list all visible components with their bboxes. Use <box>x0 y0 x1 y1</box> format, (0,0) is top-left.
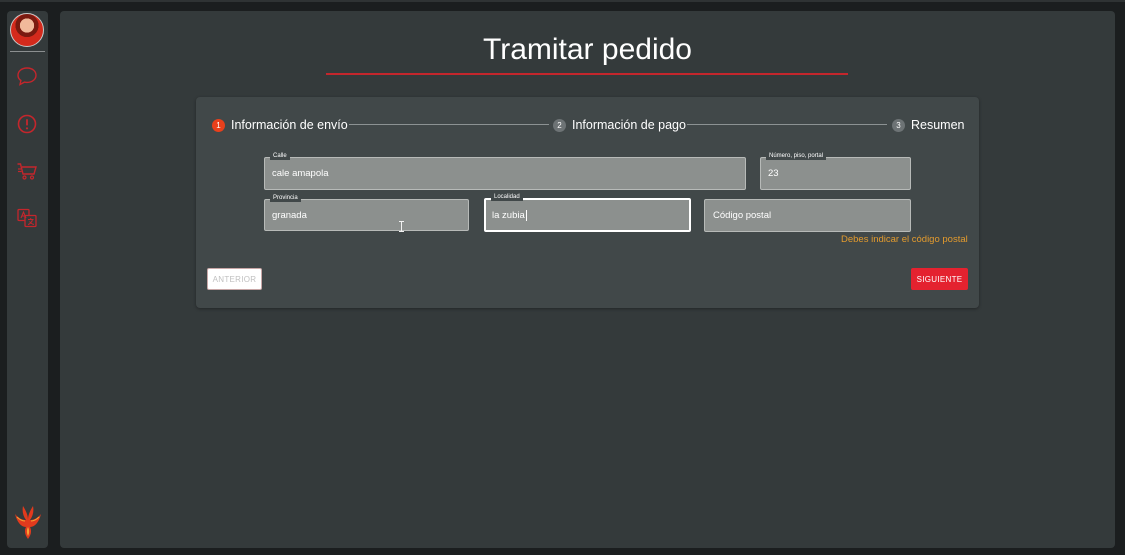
locality-field[interactable]: Localidad la zubia <box>484 193 691 232</box>
translate-icon[interactable] <box>16 207 38 229</box>
province-field[interactable]: Provincia granada <box>264 194 469 232</box>
alert-circle-icon[interactable] <box>16 113 38 135</box>
step-shipping[interactable]: 1 Información de envío <box>212 117 348 133</box>
next-button[interactable]: SIGUIENTE <box>911 268 968 290</box>
step-label: Información de envío <box>231 118 348 132</box>
title-underline <box>326 73 848 75</box>
previous-button[interactable]: ANTERIOR <box>207 268 262 290</box>
step-label: Información de pago <box>572 118 686 132</box>
chat-bubble-icon[interactable] <box>16 65 38 87</box>
number-floor-field-value: 23 <box>768 168 779 179</box>
step-number-badge: 1 <box>212 118 225 132</box>
sidebar-divider <box>10 51 45 52</box>
province-field-value: granada <box>272 209 307 221</box>
postal-code-error-message: Debes indicar el código postal <box>841 234 968 245</box>
step-connector <box>687 124 887 125</box>
step-payment[interactable]: 2 Información de pago <box>553 117 686 133</box>
locality-field-text: la zubia <box>492 209 525 221</box>
window-top-strip <box>0 0 1125 2</box>
locality-field-value: la zubia <box>492 200 527 230</box>
checkout-card: 1 Información de envío 2 Información de … <box>196 97 979 308</box>
phoenix-logo-icon <box>13 505 43 541</box>
number-floor-field[interactable]: Número, piso, portal 23 <box>760 152 911 190</box>
user-avatar[interactable] <box>10 13 44 47</box>
street-field-value: cale amapola <box>272 168 329 179</box>
main-panel: Tramitar pedido 1 Información de envío 2… <box>60 11 1115 548</box>
postal-code-placeholder: Código postal <box>713 210 772 221</box>
sidebar <box>7 11 48 548</box>
text-cursor-icon <box>399 221 404 232</box>
step-summary[interactable]: 3 Resumen <box>892 117 965 133</box>
postal-code-field[interactable]: Código postal <box>704 199 911 232</box>
cart-icon[interactable] <box>16 160 38 182</box>
page-title: Tramitar pedido <box>483 33 692 66</box>
step-number-badge: 3 <box>892 118 905 132</box>
step-number-badge: 2 <box>553 118 566 132</box>
step-connector <box>349 124 549 125</box>
street-field[interactable]: Calle cale amapola <box>264 152 746 190</box>
text-caret <box>525 209 527 221</box>
step-label: Resumen <box>911 118 965 132</box>
